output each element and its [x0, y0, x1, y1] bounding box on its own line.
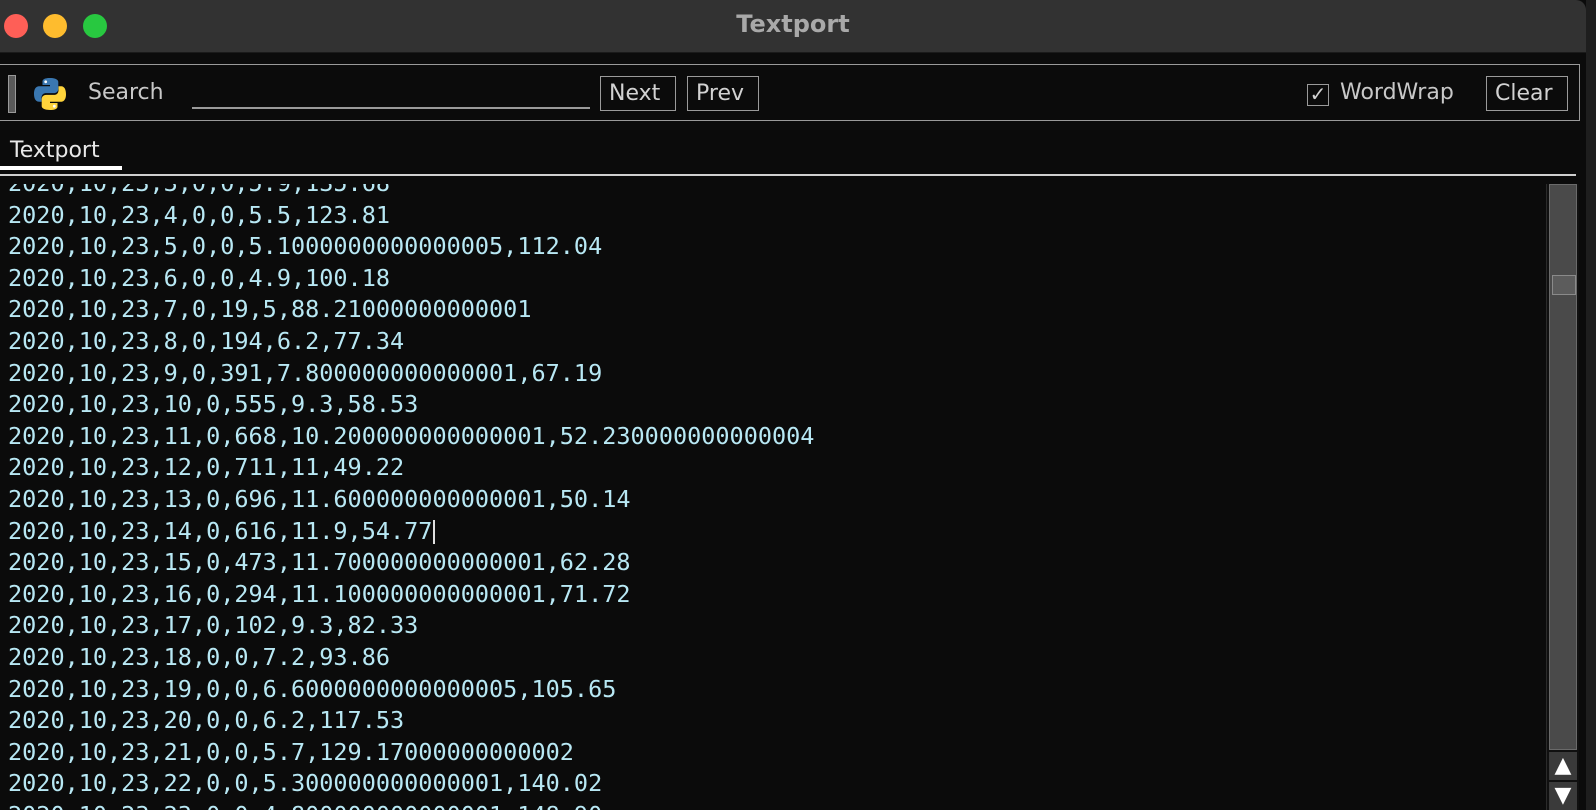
prev-button[interactable]: Prev — [687, 76, 759, 111]
output-line-text: 2020,10,23,9,0,391,7.800000000000001,67.… — [8, 358, 603, 387]
output-line-text: 2020,10,23,8,0,194,6.2,77.34 — [8, 326, 405, 355]
python-icon — [34, 78, 66, 110]
scroll-down-arrow-icon[interactable]: ▼ — [1549, 782, 1577, 810]
scrollbar-thumb[interactable] — [1552, 275, 1576, 295]
output-line-text: 2020,10,23,14,0,616,11.9,54.77 — [8, 516, 433, 545]
search-toolbar: Search Next Prev ✓ WordWrap Clear — [0, 64, 1580, 121]
output-line-text: 2020,10,23,4,0,0,5.5,123.81 — [8, 200, 391, 229]
textport-window: Textport Search Next Prev ✓ WordWrap Cle… — [0, 0, 1596, 810]
tab-textport[interactable]: Textport — [0, 134, 122, 170]
output-line: 2020,10,23,13,0,696,11.600000000000001,5… — [8, 484, 814, 516]
output-line-text: 2020,10,23,20,0,0,6.2,117.53 — [8, 706, 405, 735]
search-label: Search — [88, 80, 164, 105]
output-line: 2020,10,23,10,0,555,9.3,58.53 — [8, 389, 814, 421]
toolbar-grip-handle[interactable] — [8, 75, 16, 113]
output-line: 2020,10,23,3,0,0,5.9,135.68 — [8, 184, 814, 200]
output-line-text: 2020,10,23,16,0,294,11.100000000000001,7… — [8, 579, 631, 608]
output-line: 2020,10,23,20,0,0,6.2,117.53 — [8, 705, 814, 737]
output-line-text: 2020,10,23,13,0,696,11.600000000000001,5… — [8, 484, 631, 513]
scrollbar-track[interactable] — [1549, 184, 1577, 750]
output-line: 2020,10,23,4,0,0,5.5,123.81 — [8, 200, 814, 232]
output-line-text: 2020,10,23,15,0,473,11.700000000000001,6… — [8, 548, 631, 577]
clear-button[interactable]: Clear — [1486, 76, 1568, 111]
vertical-scrollbar[interactable]: ▲ ▼ — [1546, 184, 1579, 810]
output-line-text: 2020,10,23,18,0,0,7.2,93.86 — [8, 642, 391, 671]
output-line: 2020,10,23,23,0,0,4.800000000000001,148.… — [8, 800, 814, 810]
wordwrap-label: WordWrap — [1340, 80, 1454, 105]
output-lines: 2020,10,23,3,0,0,5.9,135.68 2020,10,23,4,… — [8, 184, 814, 810]
output-line: 2020,10,23,14,0,616,11.9,54.77 — [8, 516, 814, 548]
output-line-text: 2020,10,23,19,0,0,6.6000000000000005,105… — [8, 674, 617, 703]
tab-bar: Textport — [0, 134, 1576, 176]
title-bar: Textport — [0, 0, 1586, 53]
output-line-text: 2020,10,23,6,0,0,4.9,100.18 — [8, 263, 391, 292]
output-line-text: 2020,10,23,3,0,0,5.9,135.68 — [8, 184, 390, 197]
output-line-text: 2020,10,23,22,0,0,5.300000000000001,140.… — [8, 769, 603, 798]
output-line: 2020,10,23,11,0,668,10.200000000000001,5… — [8, 421, 814, 453]
text-cursor — [433, 520, 436, 545]
output-line: 2020,10,23,17,0,102,9.3,82.33 — [8, 610, 814, 642]
wordwrap-checkbox[interactable]: ✓ — [1307, 84, 1329, 106]
window-edge — [1586, 0, 1596, 810]
output-line: 2020,10,23,21,0,0,5.7,129.17000000000002 — [8, 737, 814, 769]
scroll-up-arrow-icon[interactable]: ▲ — [1549, 752, 1577, 780]
output-line: 2020,10,23,12,0,711,11,49.22 — [8, 452, 814, 484]
output-line: 2020,10,23,18,0,0,7.2,93.86 — [8, 642, 814, 674]
output-line-text: 2020,10,23,11,0,668,10.200000000000001,5… — [8, 421, 815, 450]
search-input[interactable] — [192, 77, 590, 109]
output-line: 2020,10,23,22,0,0,5.300000000000001,140.… — [8, 768, 814, 800]
textport-output[interactable]: 2020,10,23,3,0,0,5.9,135.68 2020,10,23,4,… — [0, 184, 1546, 810]
output-line: 2020,10,23,16,0,294,11.100000000000001,7… — [8, 579, 814, 611]
output-line: 2020,10,23,7,0,19,5,88.21000000000001 — [8, 294, 814, 326]
output-line: 2020,10,23,9,0,391,7.800000000000001,67.… — [8, 358, 814, 390]
output-line: 2020,10,23,6,0,0,4.9,100.18 — [8, 263, 814, 295]
output-line: 2020,10,23,5,0,0,5.1000000000000005,112.… — [8, 231, 814, 263]
output-line-text: 2020,10,23,7,0,19,5,88.21000000000001 — [8, 295, 532, 324]
output-line-text: 2020,10,23,5,0,0,5.1000000000000005,112.… — [8, 232, 603, 261]
output-line-text: 2020,10,23,21,0,0,5.7,129.17000000000002 — [8, 737, 574, 766]
output-line: 2020,10,23,15,0,473,11.700000000000001,6… — [8, 547, 814, 579]
output-line: 2020,10,23,8,0,194,6.2,77.34 — [8, 326, 814, 358]
output-line: 2020,10,23,19,0,0,6.6000000000000005,105… — [8, 674, 814, 706]
window-title: Textport — [736, 10, 850, 38]
next-button[interactable]: Next — [600, 76, 676, 111]
output-line-text: 2020,10,23,17,0,102,9.3,82.33 — [8, 611, 419, 640]
output-line-text: 2020,10,23,12,0,711,11,49.22 — [8, 453, 405, 482]
output-line-text: 2020,10,23,23,0,0,4.800000000000001,148.… — [8, 801, 602, 810]
output-line-text: 2020,10,23,10,0,555,9.3,58.53 — [8, 390, 419, 419]
